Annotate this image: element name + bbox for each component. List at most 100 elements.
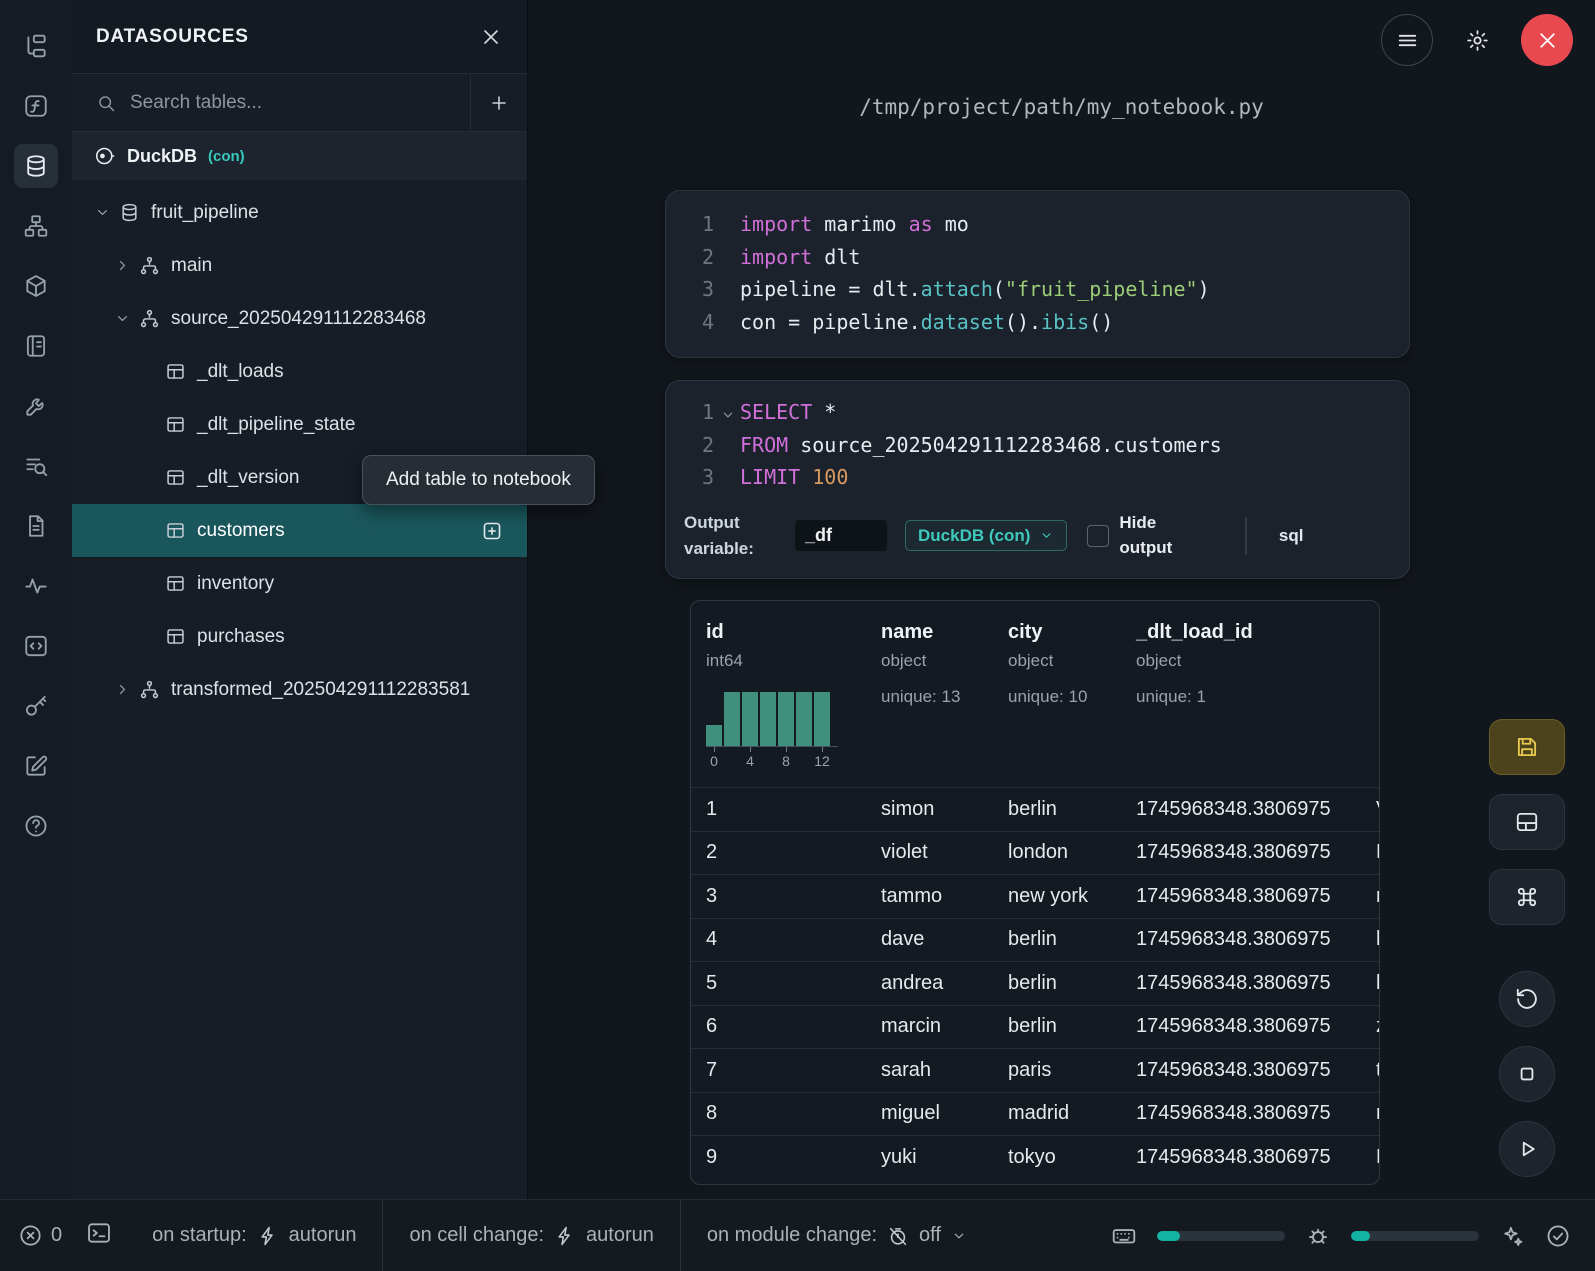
timer-off-icon: [887, 1225, 909, 1247]
rail-help-button[interactable]: [14, 804, 58, 848]
table-search-row: [72, 74, 527, 132]
output-variable-input[interactable]: [795, 520, 887, 551]
save-button[interactable]: [1489, 719, 1565, 775]
check-circle-icon[interactable]: [1545, 1223, 1571, 1249]
search-input[interactable]: [130, 92, 410, 114]
run-button[interactable]: [1499, 1121, 1555, 1177]
tree-item-label: _dlt_version: [197, 467, 299, 489]
table-row[interactable]: 7sarahparis1745968348.3806975t: [691, 1048, 1379, 1092]
layout-button[interactable]: [1489, 794, 1565, 850]
close-panel-button[interactable]: [479, 25, 503, 49]
engine-select-dropdown[interactable]: DuckDB (con): [905, 520, 1067, 551]
error-count: 0: [51, 1224, 62, 1247]
table-row[interactable]: 6marcinberlin1745968348.3806975z: [691, 1005, 1379, 1049]
tree-item-fruit_pipeline[interactable]: fruit_pipeline: [72, 186, 527, 239]
rail-activity-button[interactable]: [14, 564, 58, 608]
fold-chevron-icon[interactable]: [720, 404, 736, 420]
rail-toolbox-button[interactable]: [14, 384, 58, 428]
table-cell: k: [1361, 972, 1379, 995]
terminal-button[interactable]: [72, 1220, 126, 1252]
bug-slider[interactable]: [1351, 1231, 1479, 1241]
rail-key-button[interactable]: [14, 684, 58, 728]
tree-item-purchases[interactable]: purchases: [72, 610, 527, 663]
rail-notebook-button[interactable]: [14, 324, 58, 368]
tree-item-inventory[interactable]: inventory: [72, 557, 527, 610]
menu-button[interactable]: [1381, 14, 1433, 66]
close-app-button[interactable]: [1521, 14, 1573, 66]
table-cell: marcin: [866, 1015, 993, 1038]
rail-box-button[interactable]: [14, 264, 58, 308]
rail-code-box-button[interactable]: [14, 624, 58, 668]
rail-document-button[interactable]: [14, 504, 58, 548]
column-header-clipped[interactable]: [1361, 601, 1379, 787]
rail-edit-note-button[interactable]: [14, 744, 58, 788]
code-line[interactable]: 2FROM source_202504291112283468.customer…: [666, 429, 1409, 462]
table-header: idint6404812nameobjectunique: 13cityobje…: [691, 601, 1379, 787]
add-table-tooltip: Add table to notebook: [362, 455, 595, 505]
duckdb-connection-row[interactable]: DuckDB (con): [72, 132, 527, 180]
table-icon: [165, 626, 186, 647]
search-icon: [96, 93, 116, 113]
rail-list-search-button[interactable]: [14, 444, 58, 488]
schema-icon: [139, 308, 160, 329]
table-row[interactable]: 9yukitokyo1745968348.3806975E: [691, 1135, 1379, 1179]
table-row[interactable]: 3tammonew york1745968348.3806975r: [691, 874, 1379, 918]
bolt-icon: [554, 1225, 576, 1247]
notebook-path[interactable]: /tmp/project/path/my_notebook.py: [528, 95, 1595, 119]
code-line[interactable]: 3pipeline = dlt.attach("fruit_pipeline"): [666, 273, 1409, 306]
table-cell: h: [1361, 928, 1379, 951]
code-line[interactable]: 2import dlt: [666, 241, 1409, 274]
query-result-table[interactable]: idint6404812nameobjectunique: 13cityobje…: [690, 600, 1380, 1185]
table-cell: berlin: [993, 1015, 1121, 1038]
tree-item-transformed_202504291112283581[interactable]: transformed_202504291112283581: [72, 663, 527, 716]
tree-item-label: transformed_202504291112283581: [171, 679, 470, 701]
table-cell: 5: [691, 972, 866, 995]
table-row[interactable]: 8miguelmadrid1745968348.3806975r: [691, 1092, 1379, 1136]
engine-name: DuckDB: [127, 146, 197, 167]
code-line[interactable]: 3LIMIT 100: [666, 461, 1409, 494]
hide-output-checkbox[interactable]: [1087, 525, 1109, 547]
column-header-city[interactable]: cityobjectunique: 10: [993, 601, 1121, 787]
code-line[interactable]: 4con = pipeline.dataset().ibis(): [666, 306, 1409, 339]
table-cell: madrid: [993, 1102, 1121, 1125]
line-number: 4: [666, 310, 714, 334]
code-line[interactable]: 1import marimo as mo: [666, 208, 1409, 241]
rail-database-button[interactable]: [14, 144, 58, 188]
sparkles-icon[interactable]: [1499, 1223, 1525, 1249]
tree-item-customers[interactable]: customers: [72, 504, 527, 557]
add-table-button[interactable]: [481, 520, 503, 542]
column-header-name[interactable]: nameobjectunique: 13: [866, 601, 993, 787]
statusbar-item-2[interactable]: on module change:off: [680, 1200, 993, 1271]
table-row[interactable]: 5andreaberlin1745968348.3806975k: [691, 961, 1379, 1005]
tree-item-label: customers: [197, 520, 285, 542]
table-icon: [165, 573, 186, 594]
tree-item-_dlt_loads[interactable]: _dlt_loads: [72, 345, 527, 398]
tree-item-source_202504291112283468[interactable]: source_202504291112283468: [72, 292, 527, 345]
command-palette-button[interactable]: [1489, 869, 1565, 925]
statusbar-item-1[interactable]: on cell change:autorun: [382, 1200, 679, 1271]
column-header-_dlt_load_id[interactable]: _dlt_load_idobjectunique: 1: [1121, 601, 1361, 787]
search-field[interactable]: [72, 74, 470, 131]
stop-button[interactable]: [1499, 1046, 1555, 1102]
tree-item-main[interactable]: main: [72, 239, 527, 292]
keyboard-slider[interactable]: [1157, 1231, 1285, 1241]
table-row[interactable]: 4daveberlin1745968348.3806975h: [691, 918, 1379, 962]
chevron-down-icon: [1039, 528, 1054, 543]
rail-tree-structure-button[interactable]: [14, 24, 58, 68]
statusbar-item-0[interactable]: on startup:autorun: [126, 1200, 382, 1271]
line-number: 3: [666, 465, 714, 489]
rail-hierarchy-button[interactable]: [14, 204, 58, 248]
id-histogram[interactable]: 04812: [706, 689, 838, 769]
error-indicator[interactable]: 0: [0, 1223, 72, 1248]
settings-button[interactable]: [1451, 14, 1503, 66]
rail-function-square-button[interactable]: [14, 84, 58, 128]
code-line[interactable]: 1SELECT *: [666, 396, 1409, 429]
python-cell[interactable]: 1import marimo as mo2import dlt3pipeline…: [665, 190, 1410, 358]
table-row[interactable]: 2violetlondon1745968348.3806975D: [691, 831, 1379, 875]
undo-button[interactable]: [1499, 971, 1555, 1027]
sql-cell[interactable]: 1SELECT *2FROM source_202504291112283468…: [665, 380, 1410, 579]
tree-item-_dlt_pipeline_state[interactable]: _dlt_pipeline_state: [72, 398, 527, 451]
add-datasource-button[interactable]: [470, 74, 527, 131]
column-header-id[interactable]: idint6404812: [691, 601, 866, 787]
table-row[interactable]: 1simonberlin1745968348.3806975V: [691, 787, 1379, 831]
